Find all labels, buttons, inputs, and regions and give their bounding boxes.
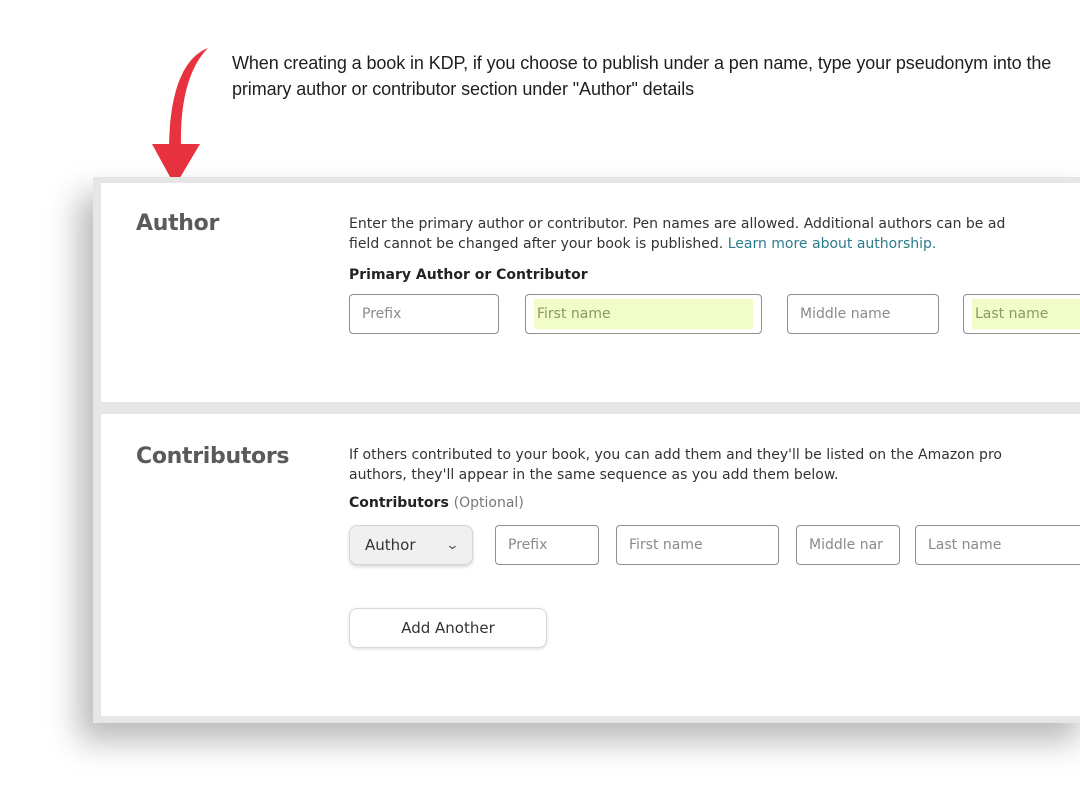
- author-last-name-placeholder: Last name: [975, 306, 1049, 322]
- arrow-shaft: [169, 48, 208, 146]
- contributor-middle-name-placeholder: Middle nar: [809, 537, 883, 553]
- contributor-last-name-input[interactable]: Last name: [915, 525, 1080, 565]
- author-first-name-input[interactable]: First name: [525, 294, 762, 334]
- author-prefix-placeholder: Prefix: [362, 306, 402, 322]
- author-middle-name-placeholder: Middle name: [800, 306, 891, 322]
- contributor-first-name-input[interactable]: First name: [616, 525, 779, 565]
- author-last-name-highlight: Last name: [972, 299, 1080, 329]
- red-arrow-icon: [152, 48, 208, 186]
- contributors-section-title: Contributors: [136, 444, 290, 469]
- contributor-prefix-placeholder: Prefix: [508, 537, 548, 553]
- author-description-text: field cannot be changed after your book …: [349, 236, 728, 252]
- author-first-name-highlight: First name: [534, 299, 753, 329]
- author-first-name-placeholder: First name: [537, 306, 611, 322]
- add-another-button[interactable]: Add Another: [349, 608, 547, 648]
- author-middle-name-input[interactable]: Middle name: [787, 294, 939, 334]
- author-description: Enter the primary author or contributor.…: [349, 214, 1080, 254]
- contributor-middle-name-input[interactable]: Middle nar: [796, 525, 900, 565]
- contributors-label: Contributors (Optional): [349, 495, 524, 511]
- primary-author-label: Primary Author or Contributor: [349, 267, 588, 283]
- learn-more-authorship-link[interactable]: Learn more about authorship.: [728, 236, 937, 252]
- contributor-first-name-placeholder: First name: [629, 537, 703, 553]
- contributor-prefix-input[interactable]: Prefix: [495, 525, 599, 565]
- author-last-name-input[interactable]: Last name: [963, 294, 1080, 334]
- author-section: Author Enter the primary author or contr…: [101, 183, 1080, 402]
- contributor-role-value: Author: [365, 536, 416, 554]
- author-description-line2: field cannot be changed after your book …: [349, 234, 1080, 254]
- annotation-caption: When creating a book in KDP, if you choo…: [232, 53, 1052, 99]
- optional-tag: (Optional): [453, 495, 524, 511]
- author-prefix-input[interactable]: Prefix: [349, 294, 499, 334]
- kdp-form-panel: Author Enter the primary author or contr…: [93, 177, 1080, 723]
- contributor-last-name-placeholder: Last name: [928, 537, 1002, 553]
- contributors-label-text: Contributors: [349, 495, 449, 511]
- author-section-title: Author: [136, 211, 220, 236]
- chevron-down-icon: ⌄: [445, 537, 460, 553]
- contributors-section: Contributors If others contributed to yo…: [101, 414, 1080, 716]
- contributor-role-select[interactable]: Author ⌄: [349, 525, 473, 565]
- contributors-description: If others contributed to your book, you …: [349, 445, 1080, 485]
- contributors-description-line2: authors, they'll appear in the same sequ…: [349, 467, 839, 483]
- author-description-line1: Enter the primary author or contributor.…: [349, 216, 1006, 232]
- contributors-description-line1: If others contributed to your book, you …: [349, 447, 1002, 463]
